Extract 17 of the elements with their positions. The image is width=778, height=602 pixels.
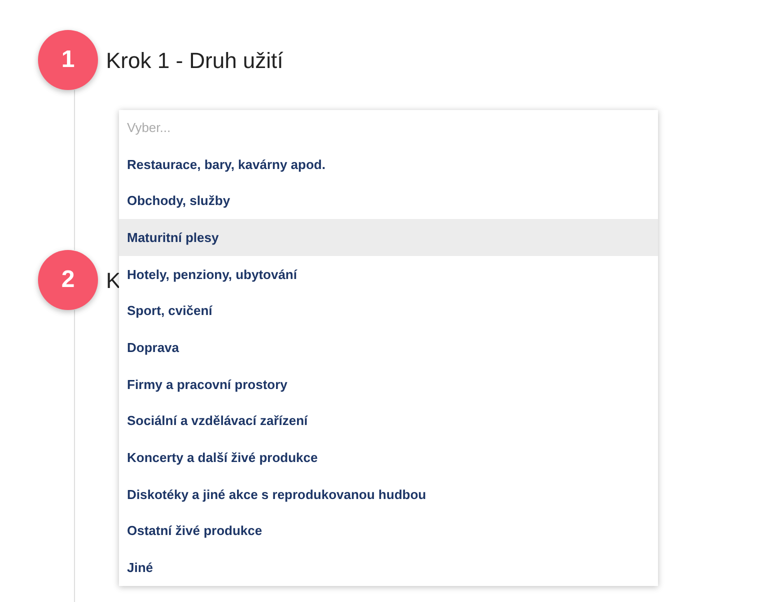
- dropdown-option[interactable]: Koncerty a další živé produkce: [119, 440, 658, 476]
- dropdown-option[interactable]: Jiné: [119, 550, 658, 586]
- dropdown-option[interactable]: Firmy a pracovní prostory: [119, 366, 658, 403]
- dropdown-option[interactable]: Diskotéky a jiné akce s reprodukovanou hudbou: [119, 476, 658, 513]
- step-number: 2: [38, 250, 98, 310]
- dropdown-option[interactable]: Hotely, penziony, ubytování: [119, 256, 658, 293]
- dropdown-option[interactable]: Ostatní živé produkce: [119, 512, 658, 550]
- placeholder-text: Vyber...: [126, 119, 172, 138]
- step-title: Krok 1 - Druh užití: [106, 46, 284, 74]
- step-number: 1: [38, 30, 98, 90]
- step-title: K: [106, 266, 121, 294]
- dropdown-option[interactable]: Doprava: [119, 329, 658, 366]
- dropdown-option[interactable]: Sport, cvičení: [119, 292, 658, 330]
- dropdown-option[interactable]: Restaurace, bary, kavárny apod.: [119, 146, 658, 183]
- dropdown-option[interactable]: Obchody, služby: [119, 182, 658, 220]
- dropdown-option[interactable]: Maturitní plesy: [119, 219, 658, 256]
- dropdown-option[interactable]: Sociální a vzdělávací zařízení: [119, 402, 658, 440]
